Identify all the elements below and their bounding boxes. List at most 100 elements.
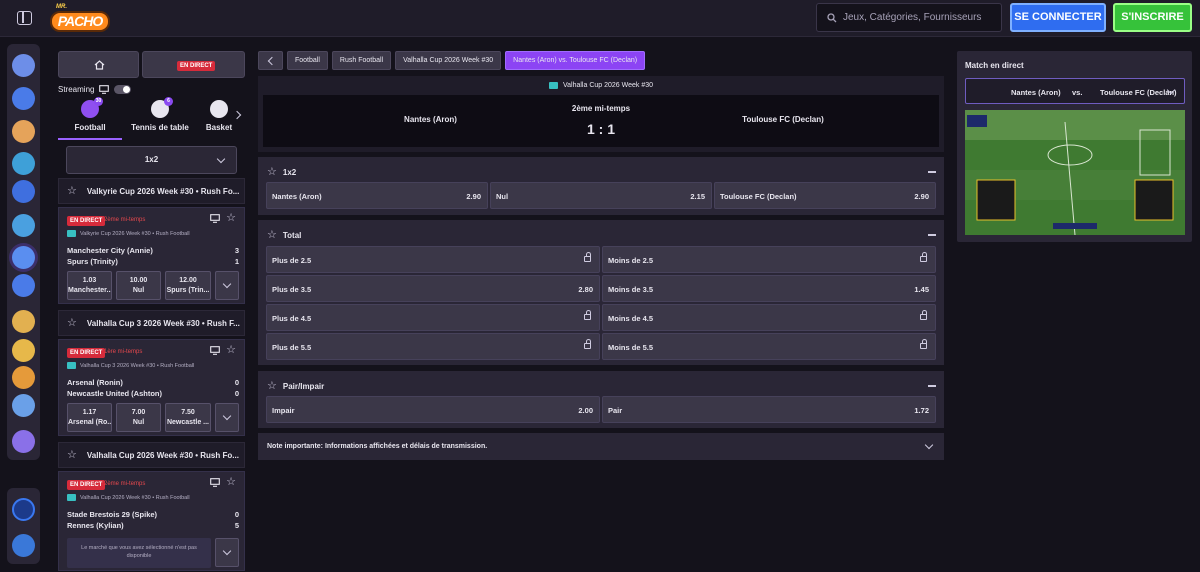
magnet-icon[interactable] — [12, 180, 35, 203]
odds-button-away[interactable]: 7.50 Newcastle ... — [165, 403, 211, 432]
odds-button[interactable]: Plus de 5.5 — [266, 333, 600, 360]
trophy-icon[interactable] — [12, 339, 35, 362]
signup-button[interactable]: S'INSCRIRE — [1113, 3, 1192, 32]
live-filter-button[interactable]: EN DIRECT — [142, 51, 245, 78]
tab-football[interactable]: 30 Football — [58, 97, 122, 132]
chevron-down-icon — [924, 440, 934, 450]
collapse-icon[interactable] — [928, 385, 936, 387]
star-icon[interactable]: ☆ — [267, 381, 277, 392]
logo[interactable]: MR. PACHO — [50, 4, 112, 32]
tab-table-tennis[interactable]: 6 Tennis de table — [128, 97, 192, 132]
star-icon[interactable]: ☆ — [226, 345, 236, 356]
live-match-select[interactable]: Nantes (Aron) vs. Toulouse FC (Declan) — [965, 78, 1185, 104]
more-markets-button[interactable] — [215, 271, 239, 300]
collapse-icon[interactable] — [928, 171, 936, 173]
match-card[interactable]: EN DIRECT 2ème mi-temps ☆ Valkyrie Cup 2… — [58, 207, 245, 304]
odds-button-home[interactable]: 1.03 Manchester... — [67, 271, 112, 300]
cherries-icon[interactable] — [12, 120, 35, 143]
bottom-rail — [7, 488, 40, 564]
league-header[interactable]: ☆ Valkyrie Cup 2026 Week #30 • Rush Fo..… — [58, 178, 245, 204]
support-icon[interactable] — [12, 498, 35, 521]
market-header[interactable]: ☆ Pair/Impair — [267, 381, 324, 392]
market-header[interactable]: ☆ 1x2 — [267, 167, 296, 178]
star-icon[interactable]: ☆ — [226, 477, 236, 488]
odds-button[interactable]: Pair 1.72 — [602, 396, 936, 423]
sports-home-button[interactable] — [58, 51, 139, 78]
casino-chip-icon[interactable] — [12, 152, 35, 175]
more-markets-button[interactable] — [215, 403, 239, 432]
diamond-icon[interactable] — [12, 430, 35, 453]
tab-basketball[interactable]: Basket — [204, 100, 234, 132]
live-badge: EN DIRECT — [67, 216, 106, 226]
competition-label: Valhalla Cup 3 2026 Week #30 • Rush Foot… — [80, 362, 195, 369]
odds-button-draw[interactable]: 10.00 Nul — [116, 271, 161, 300]
palette-icon[interactable] — [12, 366, 35, 389]
monitor-icon[interactable] — [210, 214, 220, 225]
home-icon[interactable] — [12, 87, 35, 110]
away-score: 1 — [234, 257, 239, 266]
odds-value: 12.00 — [179, 277, 197, 284]
chevron-right-icon[interactable] — [232, 110, 242, 120]
back-button[interactable] — [258, 51, 283, 70]
sidebar-toggle-icon[interactable] — [17, 11, 32, 25]
odds-button[interactable]: Plus de 4.5 — [266, 304, 600, 331]
odds-button[interactable]: Plus de 2.5 — [266, 246, 600, 273]
search-placeholder: Jeux, Catégories, Fournisseurs — [843, 12, 982, 23]
odds-button[interactable]: Toulouse FC (Declan) 2.90 — [714, 182, 936, 209]
away-team: Spurs (Trinity) — [67, 257, 118, 266]
login-button[interactable]: SE CONNECTER — [1010, 3, 1106, 32]
odds-button[interactable]: Moins de 5.5 — [602, 333, 936, 360]
monitor-icon[interactable] — [210, 346, 220, 357]
odds-button[interactable]: Impair 2.00 — [266, 396, 600, 423]
breadcrumb-item[interactable]: Rush Football — [331, 51, 392, 70]
star-icon[interactable]: ☆ — [67, 449, 77, 461]
match-card[interactable]: EN DIRECT 1ère mi-temps ☆ Valhalla Cup 3… — [58, 339, 245, 436]
star-icon[interactable]: ☆ — [267, 167, 277, 178]
odds-button[interactable]: Plus de 3.5 2.80 — [266, 275, 600, 302]
breadcrumb-item[interactable]: Valhalla Cup 2026 Week #30 — [395, 51, 502, 70]
star-icon[interactable]: ☆ — [226, 213, 236, 224]
market-total: ☆ Total Plus de 2.5 Moins de 2.5 Plus de … — [258, 220, 944, 365]
odds-label: Moins de 5.5 — [608, 343, 654, 352]
odds-value: 2.80 — [578, 285, 593, 294]
live-sports-icon[interactable] — [12, 246, 35, 269]
home-team-row: Arsenal (Ronin) 0 — [67, 378, 239, 387]
sports-ball-icon[interactable] — [12, 214, 35, 237]
odds-button[interactable]: Moins de 3.5 1.45 — [602, 275, 936, 302]
market-select[interactable]: 1x2 — [66, 146, 237, 174]
gamepad-icon[interactable] — [12, 274, 35, 297]
odds-button-home[interactable]: 1.17 Arsenal (Ro... — [67, 403, 112, 432]
match-card[interactable]: EN DIRECT 2ème mi-temps ☆ Valhalla Cup 2… — [58, 471, 245, 571]
streaming-toggle[interactable] — [114, 85, 132, 94]
basketball-icon — [210, 100, 228, 118]
basket-icon[interactable] — [12, 394, 35, 417]
more-markets-button[interactable] — [215, 538, 239, 567]
odds-label: Plus de 4.5 — [272, 314, 312, 323]
market-header[interactable]: ☆ Total — [267, 230, 301, 241]
odds-button-draw[interactable]: 7.00 Nul — [116, 403, 161, 432]
odds-button[interactable]: Moins de 4.5 — [602, 304, 936, 331]
gift-icon[interactable] — [12, 54, 35, 77]
monitor-icon[interactable] — [210, 478, 220, 489]
logo-prefix: MR. — [56, 4, 67, 10]
league-header[interactable]: ☆ Valhalla Cup 3 2026 Week #30 • Rush F.… — [58, 310, 245, 336]
match-period: 2ème mi-temps — [104, 217, 146, 223]
away-team-row: Newcastle United (Ashton) 0 — [67, 389, 239, 398]
live-stream-video[interactable] — [965, 110, 1185, 235]
odds-button[interactable]: Moins de 2.5 — [602, 246, 936, 273]
important-note[interactable]: Note importante: Informations affichées … — [258, 433, 944, 460]
search-input[interactable]: Jeux, Catégories, Fournisseurs — [816, 3, 1002, 32]
odds-button-away[interactable]: 12.00 Spurs (Trin... — [165, 271, 211, 300]
collapse-icon[interactable] — [928, 234, 936, 236]
breadcrumb-item[interactable]: Football — [287, 51, 328, 70]
language-globe-icon[interactable] — [12, 534, 35, 557]
medal-icon[interactable] — [12, 310, 35, 333]
star-icon[interactable]: ☆ — [67, 185, 77, 197]
odds-button[interactable]: Nul 2.15 — [490, 182, 712, 209]
odds-label: Toulouse FC (Declan) — [720, 192, 797, 201]
breadcrumb-current[interactable]: Nantes (Aron) vs. Toulouse FC (Declan) — [505, 51, 646, 70]
odds-button[interactable]: Nantes (Aron) 2.90 — [266, 182, 488, 209]
star-icon[interactable]: ☆ — [267, 230, 277, 241]
star-icon[interactable]: ☆ — [67, 317, 77, 329]
league-header[interactable]: ☆ Valhalla Cup 2026 Week #30 • Rush Fo..… — [58, 442, 245, 468]
